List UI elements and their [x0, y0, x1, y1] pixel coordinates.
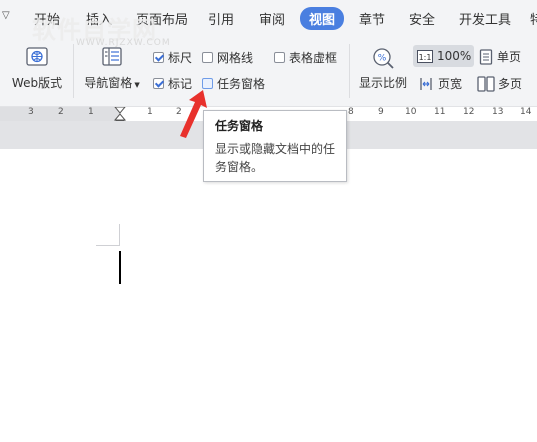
zoom-ratio-label: 显示比例 — [358, 76, 407, 90]
ruler-checkbox[interactable]: 标尺 — [153, 49, 192, 66]
tab-chapter[interactable]: 章节 — [359, 9, 385, 28]
ruler-checkbox-box[interactable] — [153, 52, 164, 63]
one-to-one-icon: 1:1 — [417, 49, 433, 63]
tab-insert[interactable]: 插入 — [86, 9, 112, 28]
margin-corner-mark — [96, 245, 120, 246]
tooltip-title: 任务窗格 — [215, 119, 264, 133]
document-page[interactable] — [0, 149, 537, 442]
table-gridlines-checkbox-label: 表格虚框 — [289, 51, 338, 65]
zoom-100-label: 100% — [437, 49, 472, 63]
multi-page-label: 多页 — [498, 77, 523, 91]
single-page-label: 单页 — [497, 50, 522, 64]
multi-page-icon — [477, 75, 495, 92]
task-pane-checkbox-label: 任务窗格 — [217, 77, 266, 91]
web-layout-button[interactable]: Web版式 — [8, 47, 66, 91]
tab-scroll-left-icon[interactable]: ▽ — [2, 10, 10, 21]
margin-corner-mark — [119, 224, 120, 246]
web-layout-label: Web版式 — [11, 76, 63, 90]
single-page-icon — [479, 48, 493, 65]
nav-pane-icon — [102, 47, 122, 66]
page-width-button[interactable]: 页宽 — [418, 75, 462, 92]
task-pane-checkbox[interactable]: 任务窗格 — [202, 75, 265, 92]
tooltip: 任务窗格 显示或隐藏文档中的任务窗格。 — [203, 110, 347, 182]
nav-pane-label: 导航窗格 — [84, 76, 133, 90]
ribbon-separator — [349, 44, 350, 98]
ruler-tick: 8 — [348, 107, 354, 117]
zoom-ratio-button[interactable]: % 显示比例 — [356, 47, 410, 91]
zoom-percent-icon: % — [373, 48, 394, 69]
tooltip-description: 显示或隐藏文档中的任务窗格。 — [215, 142, 336, 174]
ruler-tick: 11 — [434, 107, 446, 117]
ribbon-tab-bar: ▽ 开始 插入 页面布局 引用 审阅 视图 章节 安全 开发工具 特 — [0, 0, 537, 36]
tab-more[interactable]: 特 — [530, 9, 537, 28]
ruler-tick: 3 — [28, 107, 34, 117]
svg-text:1:1: 1:1 — [419, 53, 432, 62]
ruler-tick: 10 — [405, 107, 417, 117]
nav-pane-button[interactable]: 导航窗格 ▼ — [80, 47, 144, 91]
tab-references[interactable]: 引用 — [208, 9, 234, 28]
table-gridlines-checkbox-box[interactable] — [274, 52, 285, 63]
ruler-tick: 1 — [88, 107, 94, 117]
web-layout-icon — [26, 47, 48, 66]
tab-security[interactable]: 安全 — [409, 9, 435, 28]
tab-view[interactable]: 视图 — [300, 7, 345, 30]
table-gridlines-checkbox[interactable]: 表格虚框 — [274, 49, 337, 66]
ruler-tick: 2 — [58, 107, 64, 117]
watermark-url: WWW.RJZXW.COM — [76, 38, 171, 48]
page-width-icon — [420, 77, 432, 90]
page-width-label: 页宽 — [438, 77, 463, 91]
tab-page-layout[interactable]: 页面布局 — [136, 9, 188, 28]
text-cursor — [119, 251, 121, 284]
gridlines-checkbox-label: 网格线 — [217, 51, 254, 65]
svg-text:%: % — [378, 54, 387, 64]
zoom-100-button[interactable]: 1:1 100% — [413, 45, 474, 67]
ruler-tick: 1 — [147, 107, 153, 117]
ribbon-separator — [73, 44, 74, 98]
ruler-tick: 9 — [378, 107, 384, 117]
ruler-tick: 13 — [492, 107, 504, 117]
single-page-button[interactable]: 单页 — [479, 48, 521, 65]
ruler-tick: 12 — [463, 107, 475, 117]
gridlines-checkbox[interactable]: 网格线 — [202, 49, 253, 66]
ruler-checkbox-label: 标尺 — [168, 51, 193, 65]
tab-home[interactable]: 开始 — [34, 9, 60, 28]
markup-checkbox-box[interactable] — [153, 78, 164, 89]
tab-review[interactable]: 审阅 — [259, 9, 285, 28]
tab-developer[interactable]: 开发工具 — [459, 9, 511, 28]
dropdown-arrow-icon: ▼ — [134, 81, 140, 89]
gridlines-checkbox-box[interactable] — [202, 52, 213, 63]
multi-page-button[interactable]: 多页 — [477, 75, 522, 92]
ruler-tick: 14 — [520, 107, 532, 117]
